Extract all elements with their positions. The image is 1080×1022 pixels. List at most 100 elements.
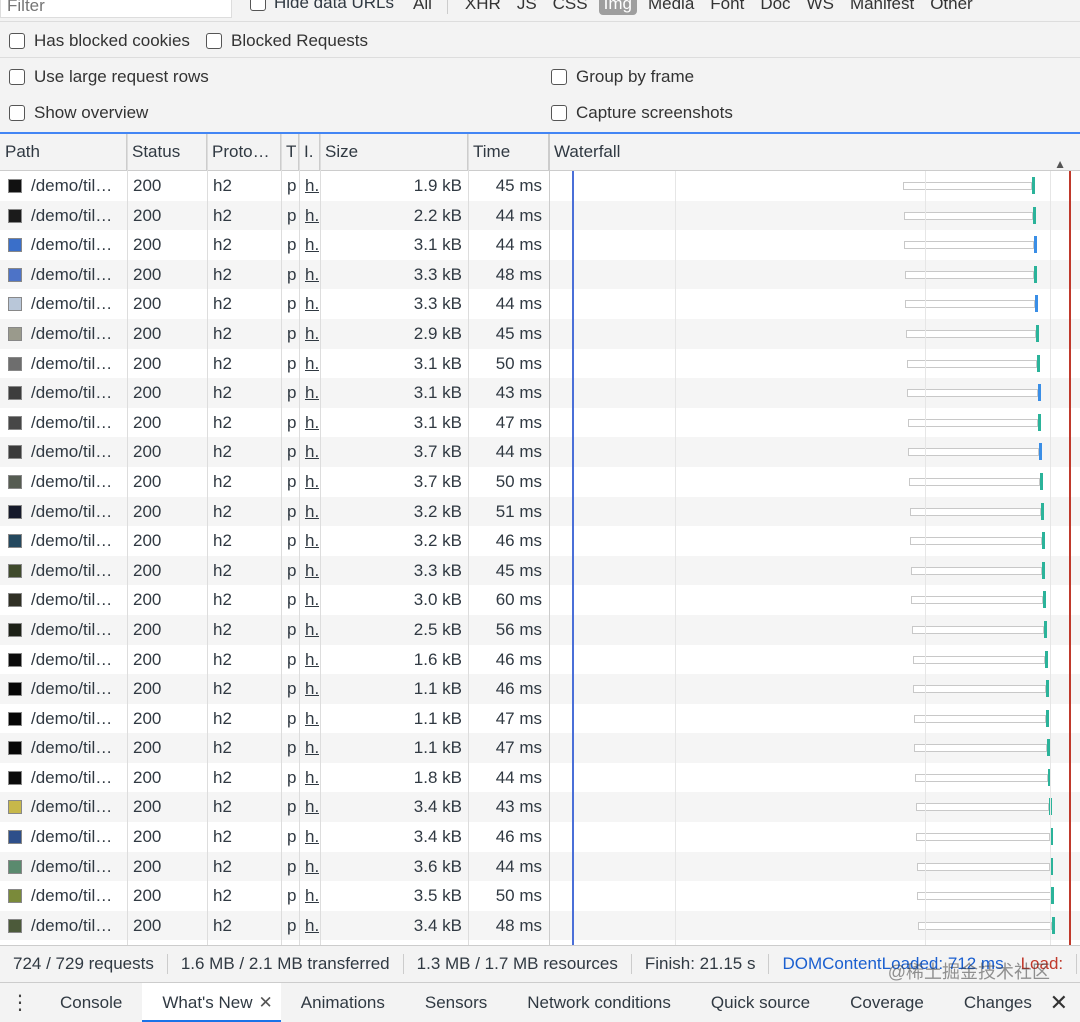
cell-initiator-link[interactable]: h.	[305, 615, 319, 645]
cell-path[interactable]: /demo/til…	[8, 852, 126, 882]
cell-initiator-link[interactable]: h.	[305, 852, 319, 882]
tab-coverage[interactable]: Coverage	[830, 983, 944, 1022]
type-filter-all[interactable]: All	[408, 0, 437, 15]
table-row[interactable]: /demo/til… 200 h2 p h. 1.1 kB 47 ms	[0, 733, 1080, 763]
column-header-time[interactable]: Time	[468, 134, 549, 171]
cell-initiator-link[interactable]: h.	[305, 585, 319, 615]
cell-path[interactable]: /demo/til…	[8, 260, 126, 290]
cell-path[interactable]: /demo/til…	[8, 230, 126, 260]
cell-initiator-link[interactable]: h.	[305, 556, 319, 586]
tab-network-conditions[interactable]: Network conditions	[507, 983, 691, 1022]
cell-initiator-link[interactable]: h.	[305, 171, 319, 201]
type-filter-ws[interactable]: WS	[802, 0, 839, 15]
waterfall-bar[interactable]	[906, 359, 1037, 368]
cell-path[interactable]: /demo/til…	[8, 792, 126, 822]
capture-screenshots-checkbox[interactable]	[551, 105, 567, 121]
cell-path[interactable]: /demo/til…	[8, 822, 126, 852]
cell-initiator-link[interactable]: h.	[305, 704, 319, 734]
column-header-status[interactable]: Status	[127, 134, 207, 171]
waterfall-bar[interactable]	[910, 537, 1042, 546]
tab-whats-new[interactable]: What's New ✕	[142, 983, 281, 1022]
cell-path[interactable]: /demo/til…	[8, 704, 126, 734]
cell-path[interactable]: /demo/til…	[8, 733, 126, 763]
show-overview-option[interactable]: Show overview	[9, 103, 148, 123]
table-row[interactable]: /demo/til… 200 h2 p h. 3.1 kB 43 ms	[0, 378, 1080, 408]
table-row[interactable]: /demo/til… 200 h2 p h. 1.8 kB 44 ms	[0, 763, 1080, 793]
waterfall-bar[interactable]	[911, 596, 1044, 605]
waterfall-bar[interactable]	[903, 182, 1032, 190]
waterfall-bar[interactable]	[917, 892, 1052, 901]
cell-initiator-link[interactable]: h.	[305, 408, 319, 438]
table-row[interactable]: /demo/til… 200 h2 p h. 3.4 kB 48 ms	[0, 910, 1080, 941]
type-filter-js[interactable]: JS	[512, 0, 542, 15]
tab-quick-source[interactable]: Quick source	[691, 983, 830, 1022]
waterfall-bar[interactable]	[916, 833, 1050, 842]
table-row[interactable]: /demo/til… 200 h2 p h. 3.0 kB 60 ms	[0, 585, 1080, 615]
table-row[interactable]: /demo/til… 200 h2 p h. 3.2 kB 46 ms	[0, 526, 1080, 556]
has-blocked-cookies-option[interactable]: Has blocked cookies	[9, 31, 190, 51]
table-row[interactable]: /demo/til… 200 h2 p h. 3.1 kB 50 ms	[0, 349, 1080, 379]
table-row[interactable]: /demo/til… 200 h2 p h. 1.1 kB 47 ms	[0, 704, 1080, 734]
type-filter-xhr[interactable]: XHR	[460, 0, 506, 15]
cell-initiator-link[interactable]: h.	[305, 319, 319, 349]
column-header-initiator[interactable]: I.	[299, 134, 320, 171]
close-drawer-icon[interactable]: ✕	[1050, 990, 1068, 1016]
cell-path[interactable]: /demo/til…	[8, 408, 126, 438]
cell-initiator-link[interactable]: h.	[305, 645, 319, 675]
table-row[interactable]: /demo/til… 200 h2 p h. 2.5 kB 56 ms	[0, 614, 1080, 645]
cell-path[interactable]: /demo/til…	[8, 556, 126, 586]
table-row[interactable]: /demo/til… 200 h2 p h. 3.7 kB 44 ms	[0, 437, 1080, 467]
cell-initiator-link[interactable]: h.	[305, 467, 319, 497]
cell-initiator-link[interactable]: h.	[305, 733, 319, 763]
cell-path[interactable]: /demo/til…	[8, 645, 126, 675]
cell-path[interactable]: /demo/til…	[8, 526, 126, 556]
cell-path[interactable]: /demo/til…	[8, 497, 126, 527]
cell-path[interactable]: /demo/til…	[8, 171, 126, 201]
show-overview-checkbox[interactable]	[9, 105, 25, 121]
table-row[interactable]: /demo/til… 200 h2 p h. 3.1 kB 47 ms	[0, 408, 1080, 438]
cell-initiator-link[interactable]: h.	[305, 378, 319, 408]
cell-path[interactable]: /demo/til…	[8, 763, 126, 793]
waterfall-bar[interactable]	[916, 862, 1051, 871]
tab-console[interactable]: Console	[40, 983, 142, 1022]
tab-sensors[interactable]: Sensors	[405, 983, 507, 1022]
column-header-waterfall[interactable]: Waterfall ▲	[549, 134, 1080, 171]
filter-input-box[interactable]	[0, 0, 232, 18]
large-rows-checkbox[interactable]	[9, 69, 25, 85]
blocked-requests-option[interactable]: Blocked Requests	[206, 31, 368, 51]
type-filter-doc[interactable]: Doc	[755, 0, 795, 15]
more-tools-icon[interactable]: ⋮	[0, 990, 40, 1015]
cell-path[interactable]: /demo/til…	[8, 467, 126, 497]
table-row[interactable]: /demo/til… 200 h2 p h. 2.9 kB 45 ms	[0, 318, 1080, 349]
cell-path[interactable]: /demo/til…	[8, 585, 126, 615]
column-header-size[interactable]: Size	[320, 134, 468, 171]
cell-initiator-link[interactable]: h.	[305, 349, 319, 379]
cell-initiator-link[interactable]: h.	[305, 260, 319, 290]
type-filter-other[interactable]: Other	[925, 0, 978, 15]
hide-data-urls-checkbox[interactable]	[250, 0, 266, 11]
waterfall-bar[interactable]	[907, 389, 1038, 398]
table-row[interactable]: /demo/til… 200 h2 p h. 3.4 kB 43 ms	[0, 792, 1080, 823]
column-header-type[interactable]: T	[281, 134, 299, 171]
cell-initiator-link[interactable]: h.	[305, 497, 319, 527]
cell-path[interactable]: /demo/til…	[8, 349, 126, 379]
cell-path[interactable]: /demo/til…	[8, 289, 126, 319]
group-by-frame-option[interactable]: Group by frame	[551, 67, 694, 87]
cell-initiator-link[interactable]: h.	[305, 881, 319, 911]
table-row[interactable]: /demo/til… 200 h2 p h. 1.1 kB 46 ms	[0, 674, 1080, 704]
waterfall-bar[interactable]	[915, 773, 1048, 782]
cell-initiator-link[interactable]: h.	[305, 763, 319, 793]
has-blocked-cookies-checkbox[interactable]	[9, 33, 25, 49]
waterfall-bar[interactable]	[904, 241, 1034, 250]
cell-path[interactable]: /demo/til…	[8, 201, 126, 231]
table-row[interactable]: /demo/til… 200 h2 p h. 3.7 kB 50 ms	[0, 467, 1080, 497]
type-filter-font[interactable]: Font	[705, 0, 749, 15]
table-row[interactable]: /demo/til… 200 h2 p h. 3.3 kB 45 ms	[0, 555, 1080, 586]
column-header-protocol[interactable]: Proto…	[207, 134, 281, 171]
table-row[interactable]: /demo/til… 200 h2 p h. 2.2 kB 44 ms	[0, 200, 1080, 231]
cell-path[interactable]: /demo/til…	[8, 437, 126, 467]
waterfall-bar[interactable]	[913, 685, 1046, 694]
waterfall-bar[interactable]	[914, 744, 1048, 753]
cell-path[interactable]: /demo/til…	[8, 615, 126, 645]
waterfall-bar[interactable]	[908, 448, 1040, 457]
